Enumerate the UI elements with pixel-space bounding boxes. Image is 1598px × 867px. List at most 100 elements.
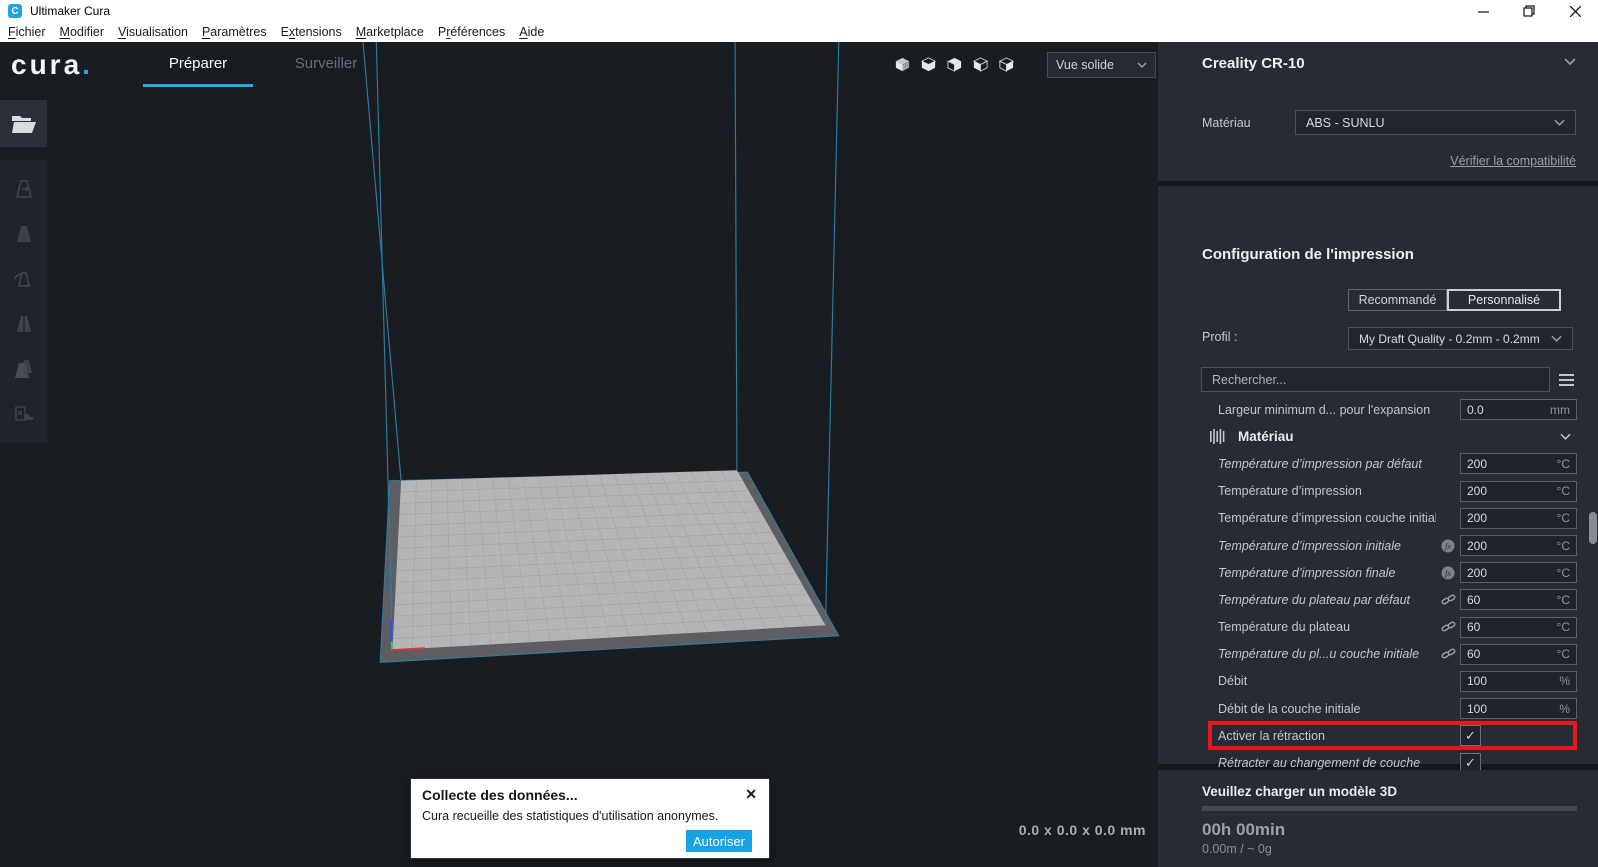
setting-unit: °C bbox=[1556, 511, 1570, 526]
setting-value-field[interactable]: 0.0 mm bbox=[1460, 399, 1577, 421]
support-blocker-button[interactable] bbox=[9, 399, 39, 429]
setting-row[interactable]: Température du plateau par défaut 60 °C bbox=[1202, 586, 1577, 613]
printer-name[interactable]: Creality CR-10 bbox=[1202, 55, 1305, 72]
setting-value: 100 bbox=[1467, 701, 1488, 716]
view-3d-icon[interactable] bbox=[894, 56, 911, 73]
model-dimensions-label: 0.0 x 0.0 x 0.0 mm bbox=[1018, 822, 1146, 838]
setting-label: Température d’impression couche initiale bbox=[1218, 511, 1436, 526]
setting-value: 200 bbox=[1467, 456, 1488, 471]
setting-value-field[interactable]: 60 °C bbox=[1460, 589, 1577, 611]
setting-value-field[interactable]: 200 °C bbox=[1460, 507, 1577, 529]
open-folder-icon bbox=[11, 115, 36, 133]
custom-mode-button[interactable]: Personnalisé bbox=[1447, 289, 1561, 311]
restore-button[interactable] bbox=[1506, 0, 1552, 22]
check-compatibility-link[interactable]: Vérifier la compatibilité bbox=[1450, 154, 1576, 168]
dialog-close-icon[interactable]: ✕ bbox=[745, 786, 757, 803]
setting-value-field[interactable]: 100% bbox=[1460, 698, 1577, 720]
setting-row[interactable]: Température d’impression par défaut 200 °C bbox=[1202, 450, 1577, 477]
setting-checkbox[interactable]: ✓ bbox=[1460, 725, 1481, 747]
setting-value: 200 bbox=[1467, 511, 1488, 526]
minimize-button[interactable] bbox=[1460, 0, 1506, 22]
svg-text:fx: fx bbox=[1445, 542, 1451, 551]
link-icon bbox=[1441, 648, 1455, 659]
camera-view-toolbar bbox=[894, 56, 1015, 73]
view-front-icon[interactable] bbox=[920, 56, 937, 73]
recommended-mode-button[interactable]: Recommandé bbox=[1348, 289, 1447, 311]
menu-item-fichier[interactable]: Fichier bbox=[8, 25, 53, 39]
setting-row[interactable]: Activer la rétraction ✓ bbox=[1202, 721, 1577, 751]
window-title: Ultimaker Cura bbox=[30, 4, 111, 18]
setting-label: Température du plateau bbox=[1218, 620, 1351, 635]
view-top-icon[interactable] bbox=[946, 56, 963, 73]
right-panel: Creality CR-10 Matériau ABS - SUNLU Véri… bbox=[1158, 42, 1598, 867]
chevron-down-icon[interactable] bbox=[1564, 58, 1576, 65]
setting-value-field[interactable]: 200 °C bbox=[1460, 480, 1577, 502]
menu-item-modifier[interactable]: Modifier bbox=[53, 25, 111, 39]
scale-tool-button[interactable] bbox=[9, 219, 39, 249]
setting-label: Débit bbox=[1218, 674, 1248, 689]
function-icon: fx bbox=[1441, 566, 1455, 580]
link-icon-slot bbox=[1436, 620, 1460, 634]
setting-value-field[interactable]: 200 °C bbox=[1460, 535, 1577, 557]
material-dropdown[interactable]: ABS - SUNLU bbox=[1295, 110, 1576, 135]
function-icon-slot: fx bbox=[1436, 566, 1460, 580]
setting-label: Température du pl...u couche initiale bbox=[1218, 647, 1420, 662]
menu-item-visualisation[interactable]: Visualisation bbox=[111, 25, 195, 39]
setting-unit: °C bbox=[1556, 647, 1570, 662]
material-label: Matériau bbox=[1202, 116, 1251, 130]
viewport-3d[interactable]: 0.0 x 0.0 x 0.0 mm bbox=[0, 42, 1158, 867]
material-value: ABS - SUNLU bbox=[1306, 115, 1385, 130]
title-bar: C Ultimaker Cura bbox=[0, 0, 1598, 22]
print-settings-title: Configuration de l'impression bbox=[1202, 246, 1414, 263]
move-tool-button[interactable] bbox=[9, 174, 39, 204]
cura-application-window: C Ultimaker Cura Fichier Modifier Visualis… bbox=[0, 0, 1598, 867]
close-button[interactable] bbox=[1552, 0, 1598, 22]
profile-value: My Draft Quality - 0.2mm - 0.2mm bbox=[1359, 331, 1540, 346]
link-icon bbox=[1441, 594, 1455, 605]
move-tool-icon bbox=[15, 179, 32, 198]
rotate-tool-button[interactable] bbox=[9, 264, 39, 294]
menu-item-extensions[interactable]: Extensions bbox=[274, 25, 349, 39]
setting-row[interactable]: Température d’impression initiale fx 200 °C bbox=[1202, 532, 1577, 559]
setting-label: Température d’impression bbox=[1218, 484, 1362, 499]
menu-item-paramtres[interactable]: Paramètres bbox=[195, 25, 274, 39]
menu-item-marketplace[interactable]: Marketplace bbox=[349, 25, 431, 39]
settings-search-input[interactable] bbox=[1212, 372, 1539, 387]
setting-category-row[interactable]: Matériau bbox=[1202, 423, 1577, 450]
function-icon-slot: fx bbox=[1436, 539, 1460, 553]
view-mode-dropdown[interactable]: Vue solide bbox=[1047, 52, 1156, 78]
cura-logo: cura. bbox=[11, 49, 93, 80]
view-left-icon[interactable] bbox=[972, 56, 989, 73]
setting-row[interactable]: Température d’impression couche initiale… bbox=[1202, 505, 1577, 532]
settings-scrollbar[interactable] bbox=[1589, 512, 1597, 544]
tab-preparer[interactable]: Préparer bbox=[143, 55, 253, 72]
tab-surveiller[interactable]: Surveiller bbox=[278, 55, 374, 72]
setting-row[interactable]: Débit 100% bbox=[1202, 668, 1577, 695]
link-icon bbox=[1441, 621, 1455, 632]
setting-value-field[interactable]: 60 °C bbox=[1460, 643, 1577, 665]
menu-item-aide[interactable]: Aide bbox=[512, 25, 551, 39]
setting-value-field[interactable]: 100% bbox=[1460, 670, 1577, 692]
setting-row[interactable]: Température d’impression finale fx 200 °C bbox=[1202, 559, 1577, 586]
setting-value-field[interactable]: 200 °C bbox=[1460, 453, 1577, 475]
setting-label: Débit de la couche initiale bbox=[1218, 701, 1361, 716]
setting-row[interactable]: Température d’impression 200 °C bbox=[1202, 478, 1577, 505]
active-tab-underline bbox=[143, 84, 253, 87]
allow-button[interactable]: Autoriser bbox=[686, 830, 752, 852]
setting-row[interactable]: Température du pl...u couche initiale 60 °… bbox=[1202, 641, 1577, 668]
load-model-message: Veuillez charger un modèle 3D bbox=[1202, 784, 1398, 799]
menu-item-prfrences[interactable]: Préférences bbox=[431, 25, 512, 39]
setting-row[interactable]: Largeur minimum d... pour l'expansion 0.0… bbox=[1202, 396, 1577, 423]
setting-row[interactable]: Température du plateau 60 °C bbox=[1202, 614, 1577, 641]
profile-dropdown[interactable]: My Draft Quality - 0.2mm - 0.2mm bbox=[1348, 327, 1573, 350]
settings-search-box[interactable] bbox=[1201, 367, 1550, 392]
setting-value: 60 bbox=[1467, 620, 1481, 635]
mirror-tool-button[interactable] bbox=[9, 309, 39, 339]
settings-menu-icon[interactable] bbox=[1559, 374, 1574, 386]
open-file-button[interactable] bbox=[0, 100, 47, 147]
setting-value-field[interactable]: 200 °C bbox=[1460, 562, 1577, 584]
setting-row[interactable]: Débit de la couche initiale 100% bbox=[1202, 695, 1577, 722]
view-right-icon[interactable] bbox=[998, 56, 1015, 73]
setting-value-field[interactable]: 60 °C bbox=[1460, 616, 1577, 638]
per-model-settings-button[interactable] bbox=[9, 354, 39, 384]
